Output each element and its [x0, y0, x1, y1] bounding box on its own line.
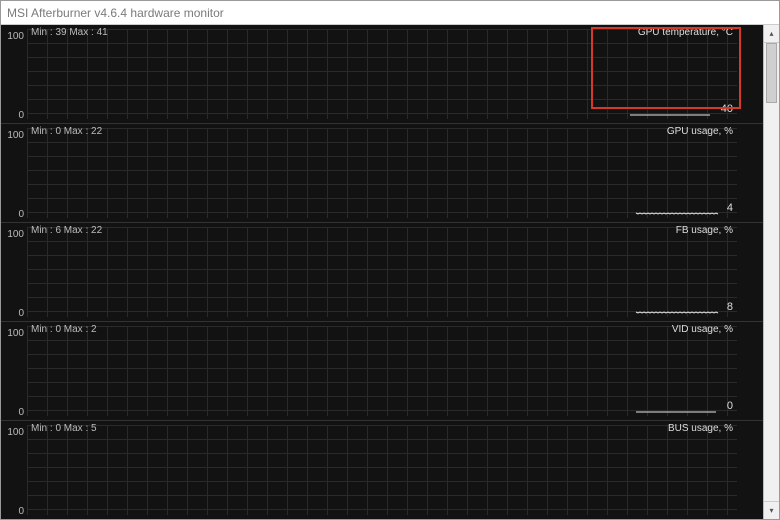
series-label: GPU usage, %	[667, 126, 733, 137]
minmax-label: Min : 6 Max : 22	[31, 225, 102, 236]
y-axis-bottom: 0	[18, 209, 24, 220]
y-axis-top: 100	[7, 328, 24, 339]
current-value: 4	[631, 198, 733, 218]
y-axis: 100 0	[1, 322, 27, 420]
y-axis: 100 0	[1, 223, 27, 321]
panel-stack: 100 0 Min : 39 Max : 41 GPU temperature,…	[1, 25, 763, 519]
monitor-panel-gpu-temp[interactable]: 100 0 Min : 39 Max : 41 GPU temperature,…	[1, 25, 763, 123]
current-value-number: 40	[721, 103, 733, 115]
minmax-label: Min : 0 Max : 2	[31, 324, 97, 335]
window-title: MSI Afterburner v4.6.4 hardware monitor	[7, 6, 224, 20]
scroll-track[interactable]	[764, 43, 779, 501]
scroll-thumb[interactable]	[766, 43, 777, 103]
chart-grid	[1, 421, 763, 519]
scroll-up-button[interactable]: ▴	[764, 25, 779, 43]
client-area: 100 0 Min : 39 Max : 41 GPU temperature,…	[1, 25, 779, 519]
y-axis: 100 0	[1, 124, 27, 222]
monitor-panel-bus-usage[interactable]: 100 0 Min : 0 Max : 5 BUS usage, %	[1, 420, 763, 519]
minmax-label: Min : 0 Max : 5	[31, 423, 97, 434]
current-value-number: 4	[727, 202, 733, 214]
current-value: 0	[631, 396, 733, 416]
y-axis-bottom: 0	[18, 506, 24, 517]
y-axis: 100 0	[1, 25, 27, 123]
current-value: 40	[625, 99, 733, 119]
current-value: 8	[631, 297, 733, 317]
minmax-label: Min : 0 Max : 22	[31, 126, 102, 137]
current-value-number: 8	[727, 301, 733, 313]
monitor-panel-gpu-usage[interactable]: 100 0 Min : 0 Max : 22 GPU usage, % 4	[1, 123, 763, 222]
y-axis-bottom: 0	[18, 407, 24, 418]
y-axis-bottom: 0	[18, 110, 24, 121]
series-label: BUS usage, %	[668, 423, 733, 434]
vertical-scrollbar[interactable]: ▴ ▾	[763, 25, 779, 519]
y-axis-top: 100	[7, 427, 24, 438]
series-label: GPU temperature, °C	[638, 27, 733, 38]
window-titlebar[interactable]: MSI Afterburner v4.6.4 hardware monitor	[1, 1, 779, 25]
y-axis-bottom: 0	[18, 308, 24, 319]
y-axis-top: 100	[7, 31, 24, 42]
series-label: VID usage, %	[672, 324, 733, 335]
y-axis-top: 100	[7, 229, 24, 240]
monitor-panel-vid-usage[interactable]: 100 0 Min : 0 Max : 2 VID usage, % 0	[1, 321, 763, 420]
minmax-label: Min : 39 Max : 41	[31, 27, 108, 38]
app-window: MSI Afterburner v4.6.4 hardware monitor …	[0, 0, 780, 520]
y-axis: 100 0	[1, 421, 27, 519]
series-label: FB usage, %	[676, 225, 733, 236]
monitor-panel-fb-usage[interactable]: 100 0 Min : 6 Max : 22 FB usage, % 8	[1, 222, 763, 321]
current-value-number: 0	[727, 400, 733, 412]
scroll-down-button[interactable]: ▾	[764, 501, 779, 519]
y-axis-top: 100	[7, 130, 24, 141]
